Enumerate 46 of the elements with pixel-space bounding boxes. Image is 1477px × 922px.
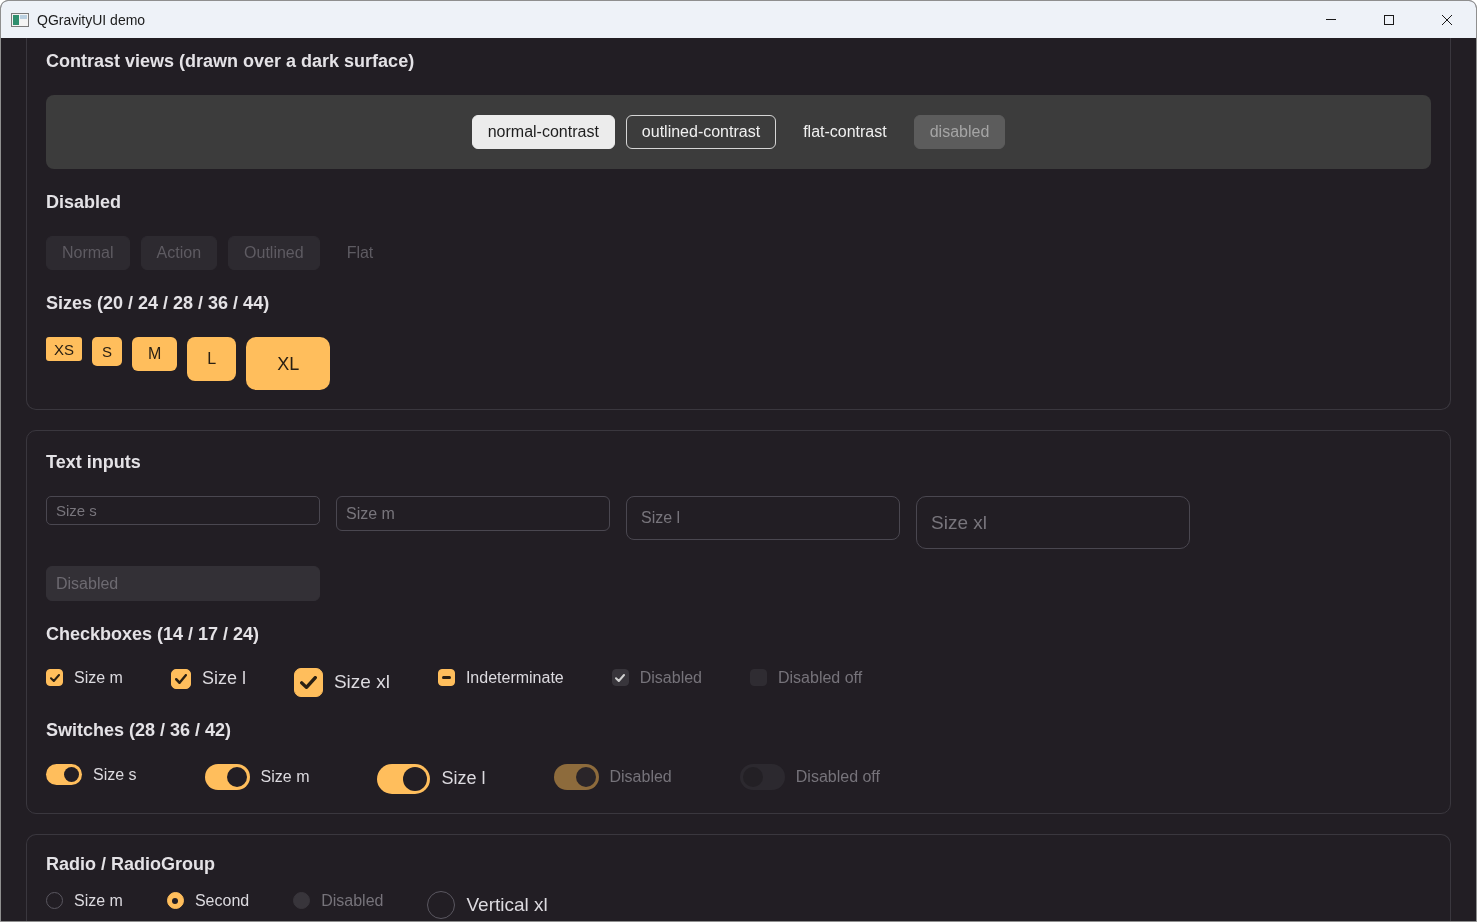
section-heading: Text inputs (46, 451, 141, 474)
section-heading: Checkboxes (14 / 17 / 24) (46, 623, 260, 646)
close-icon (1442, 14, 1452, 25)
switch[interactable] (204, 764, 250, 790)
switch-label: Size l (441, 768, 486, 790)
checkbox-label: Size l (201, 668, 246, 690)
checkbox-label: Size m (74, 668, 123, 688)
section-heading: Switches (28 / 36 / 42) (46, 719, 232, 742)
check-icon (49, 673, 60, 682)
switch-label: Disabled off (795, 767, 880, 787)
switch-label: Disabled (609, 767, 672, 787)
section-heading: Contrast views (drawn over a dark surface) (46, 50, 415, 73)
checkbox-label: Disabled off (778, 668, 863, 688)
section-heading: Sizes (20 / 24 / 28 / 36 / 44) (46, 292, 270, 315)
button[interactable]: XS (46, 337, 82, 361)
checkbox-label: Size xl (333, 671, 390, 694)
text-input[interactable]: Size s (46, 496, 320, 525)
contrast-button[interactable]: normal-contrast (471, 115, 615, 149)
contrast-button[interactable]: outlined-contrast (625, 115, 777, 149)
checkbox-label: Disabled (639, 668, 702, 688)
window-title: QGravityUI demo (37, 11, 146, 28)
maximize-icon (1384, 14, 1394, 25)
switch-label: Size m (260, 767, 310, 787)
switch-label: Size s (93, 764, 137, 785)
text-input[interactable]: Size l (626, 496, 900, 540)
section-heading: Disabled (46, 191, 122, 214)
text-input[interactable]: Size xl (916, 496, 1190, 549)
check-icon (299, 676, 317, 689)
check-icon (174, 673, 187, 684)
switch[interactable] (377, 764, 431, 794)
minimize-icon (1326, 19, 1336, 20)
radio-label: Disabled (321, 891, 384, 911)
radio-label: Second (194, 891, 250, 911)
contrast-button[interactable]: flat-contrast (787, 115, 903, 149)
radio-label: Size m (74, 891, 123, 911)
check-icon (615, 673, 626, 682)
button[interactable]: S (92, 337, 123, 366)
section-heading: Radio / RadioGroup (46, 853, 215, 876)
checkbox-label: Indeterminate (465, 668, 564, 688)
button[interactable]: XL (246, 337, 331, 390)
switch[interactable] (46, 764, 82, 785)
app-icon (11, 12, 29, 27)
text-input[interactable]: Size m (336, 496, 610, 531)
button[interactable]: L (187, 337, 237, 381)
radio-label: Vertical xl (466, 893, 548, 917)
button[interactable]: M (132, 337, 178, 371)
